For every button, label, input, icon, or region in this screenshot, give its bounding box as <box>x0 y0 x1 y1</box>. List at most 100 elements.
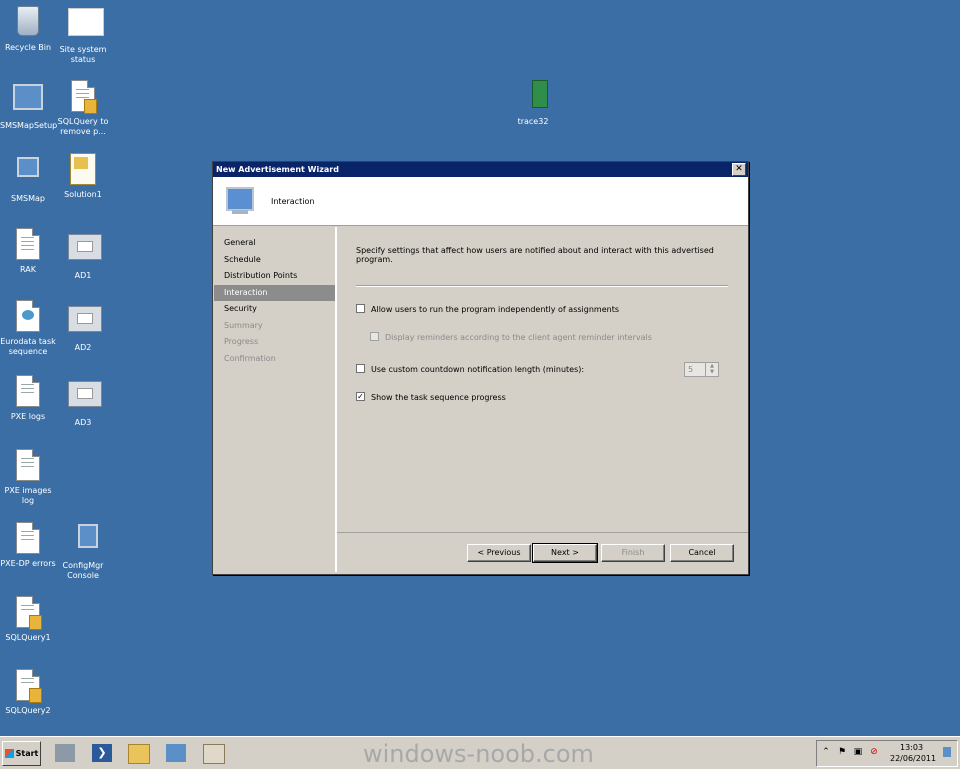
desktop-icon-configmgr-console[interactable]: ConfigMgr Console <box>55 520 111 581</box>
clock-time[interactable]: 13:03 <box>900 743 923 752</box>
wizard-header: Interaction <box>213 177 748 226</box>
desktop-icon-label: ConfigMgr Console <box>62 561 104 580</box>
desktop-icon-sqlquery2[interactable]: SQLQuery2 <box>0 669 56 716</box>
wizard-footer: < Previous Next > Finish Cancel <box>337 532 748 573</box>
show-desktop-icon[interactable] <box>943 747 951 757</box>
desktop-icon-ad3[interactable]: AD3 <box>55 375 111 428</box>
custom-countdown-label: Use custom countdown notification length… <box>371 365 585 374</box>
desktop-icon-pxe-dp-errors[interactable]: PXE-DP errors <box>0 522 56 569</box>
computer-icon <box>222 185 256 217</box>
desktop-icon-site-system-status[interactable]: Site system status <box>55 6 111 65</box>
desktop-icon-label: SMSMapSetup <box>0 121 58 130</box>
setup-icon <box>13 84 43 118</box>
network-map-icon <box>13 157 43 191</box>
desktop-icon-sqlquery-remove[interactable]: SQLQuery to remove p... <box>55 80 111 137</box>
network-icon[interactable]: ▣ <box>853 747 863 757</box>
nav-item-security[interactable]: Security <box>214 301 335 318</box>
cancel-button[interactable]: Cancel <box>670 544 734 562</box>
powershell-icon[interactable]: ❯ <box>89 741 115 765</box>
sql-file-icon <box>13 669 43 703</box>
allow-independent-checkbox[interactable] <box>356 304 365 313</box>
spinner-buttons: ▲ ▼ <box>705 363 718 376</box>
display-reminders-option: Display reminders according to the clien… <box>370 332 652 344</box>
page-description: Specify settings that affect how users a… <box>356 246 714 264</box>
display-reminders-label: Display reminders according to the clien… <box>385 333 652 342</box>
windows-logo-icon <box>4 749 14 758</box>
wizard-nav: General Schedule Distribution Points Int… <box>214 227 337 572</box>
desktop-icon-label: Site system status <box>59 45 107 64</box>
document-icon <box>13 228 43 262</box>
desktop-icon-pxe-logs[interactable]: PXE logs <box>0 375 56 422</box>
desktop-icon-label: SQLQuery2 <box>5 706 51 715</box>
show-progress-label: Show the task sequence progress <box>371 393 506 402</box>
desktop-icon-label: AD1 <box>74 271 92 280</box>
explorer-folder-icon[interactable] <box>125 741 151 765</box>
wizard-title: New Advertisement Wizard <box>216 165 339 174</box>
next-button[interactable]: Next > <box>532 543 598 563</box>
desktop-icon-label: Eurodata task sequence <box>0 337 56 356</box>
server-manager-icon[interactable] <box>52 741 78 765</box>
desktop-icon-label: SQLQuery to remove p... <box>57 117 109 136</box>
nav-item-schedule[interactable]: Schedule <box>214 252 335 269</box>
shortcut-window-icon <box>68 381 102 415</box>
wizard-content: Specify settings that affect how users a… <box>337 227 748 532</box>
allow-independent-label: Allow users to run the program independe… <box>371 305 619 314</box>
solution-file-icon <box>68 153 98 187</box>
desktop-icon-eurodata-task-sequence[interactable]: Eurodata task sequence <box>0 300 56 357</box>
shortcut-window-icon <box>68 306 102 340</box>
show-progress-option[interactable]: ✓ Show the task sequence progress <box>356 392 506 404</box>
desktop-icon-label: PXE images log <box>4 486 52 505</box>
clock-date[interactable]: 22/06/2011 <box>890 754 936 763</box>
desktop-icon-smsmap[interactable]: SMSMap <box>0 153 56 204</box>
document-icon <box>13 522 43 556</box>
countdown-minutes-spinner: 5 ▲ ▼ <box>684 362 719 377</box>
start-button[interactable]: Start <box>2 741 41 766</box>
wizard-titlebar[interactable]: New Advertisement Wizard ✕ <box>213 162 748 177</box>
divider <box>356 285 728 287</box>
desktop-icon-pxe-images-log[interactable]: PXE images log <box>0 449 56 506</box>
configmgr-console-icon <box>68 524 98 558</box>
spin-down-icon: ▼ <box>710 369 714 375</box>
nav-item-distribution-points[interactable]: Distribution Points <box>214 268 335 285</box>
blank-window-icon <box>68 8 104 42</box>
desktop-icon-smsmapsetup[interactable]: SMSMapSetup <box>0 80 58 131</box>
custom-countdown-option[interactable]: Use custom countdown notification length… <box>356 364 584 376</box>
show-hidden-icons-chevron[interactable]: ⌃ <box>821 747 831 757</box>
watermark: windows-noob.com <box>363 740 594 768</box>
system-tray: ⌃ ⚑ ▣ ⊘ 13:03 22/06/2011 <box>816 740 958 767</box>
custom-countdown-checkbox[interactable] <box>356 364 365 373</box>
desktop-icon-label: RAK <box>20 265 36 274</box>
close-button[interactable]: ✕ <box>732 163 746 176</box>
display-reminders-checkbox <box>370 332 379 341</box>
desktop-icon-label: SQLQuery1 <box>5 633 51 642</box>
paint-icon[interactable] <box>200 741 226 765</box>
nav-item-summary: Summary <box>224 320 263 330</box>
nav-item-interaction[interactable]: Interaction <box>214 284 335 301</box>
desktop-icon-label: Solution1 <box>64 190 102 199</box>
desktop-icon-solution1[interactable]: Solution1 <box>55 153 111 200</box>
allow-independent-option[interactable]: Allow users to run the program independe… <box>356 304 619 316</box>
desktop-icon-label: trace32 <box>517 117 549 126</box>
shortcut-window-icon <box>68 234 102 268</box>
sql-file-icon <box>68 80 98 114</box>
sql-file-icon <box>13 596 43 630</box>
desktop-icon-sqlquery1[interactable]: SQLQuery1 <box>0 596 56 643</box>
desktop-icon-trace32[interactable]: trace32 <box>505 80 561 127</box>
desktop-icon-label: AD2 <box>74 343 92 352</box>
desktop-icon-ad2[interactable]: AD2 <box>55 300 111 353</box>
desktop-icon-recycle-bin[interactable]: Recycle Bin <box>0 6 56 53</box>
show-progress-checkbox[interactable]: ✓ <box>356 392 365 401</box>
configmgr-taskbar-icon[interactable] <box>163 741 189 765</box>
trace32-icon <box>518 80 548 114</box>
previous-button[interactable]: < Previous <box>467 544 531 562</box>
volume-muted-icon[interactable]: ⊘ <box>869 747 879 757</box>
document-icon <box>13 375 43 409</box>
desktop-icon-label: SMSMap <box>11 194 45 203</box>
recycle-bin-icon <box>13 6 43 40</box>
desktop-icon-rak[interactable]: RAK <box>0 228 56 275</box>
action-center-flag-icon[interactable]: ⚑ <box>837 747 847 757</box>
nav-item-confirmation: Confirmation <box>224 353 276 363</box>
desktop-icon-ad1[interactable]: AD1 <box>55 228 111 281</box>
close-icon: ✕ <box>735 164 743 174</box>
nav-item-general[interactable]: General <box>214 235 335 252</box>
